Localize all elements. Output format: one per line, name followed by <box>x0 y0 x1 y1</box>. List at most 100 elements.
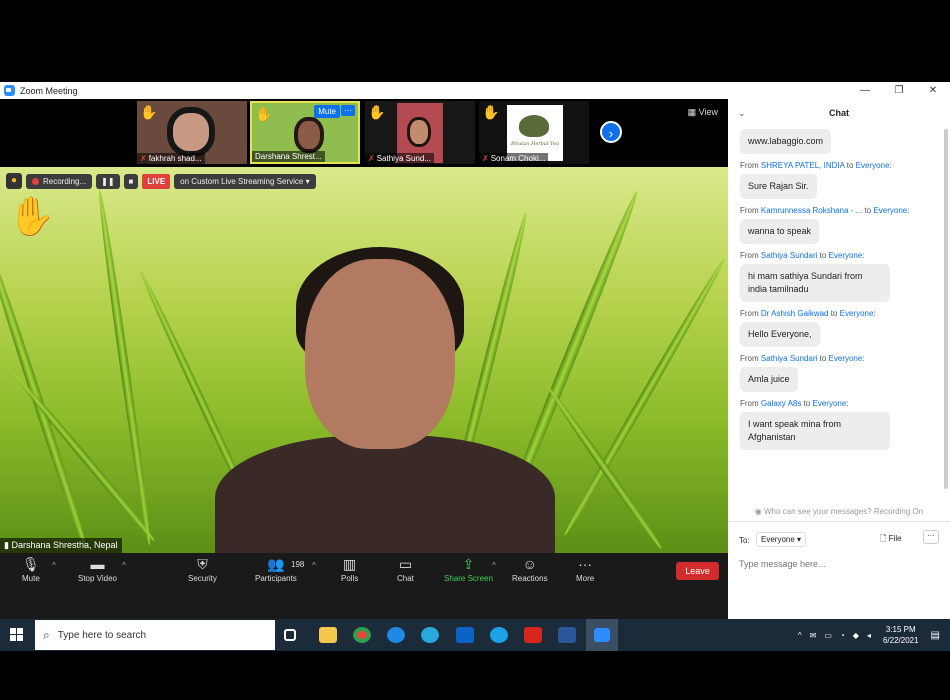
file-button[interactable]: 🗋 File <box>880 533 902 547</box>
chat-more-button[interactable]: ··· <box>923 530 939 544</box>
muted-mic-icon: ✗ <box>140 154 147 163</box>
chat-button[interactable]: ▭ Chat <box>397 556 414 583</box>
chevron-up-icon[interactable]: ^ <box>492 561 496 570</box>
word-icon[interactable] <box>558 627 576 643</box>
shield-icon: ⛨ <box>197 556 208 572</box>
chrome-icon[interactable] <box>353 627 371 643</box>
skype-icon[interactable] <box>490 627 508 643</box>
leave-button[interactable]: Leave <box>676 562 719 580</box>
bar-chart-icon: ▥ <box>343 556 357 572</box>
logo-text: Bhutan Herbal Tea <box>511 141 559 147</box>
view-button[interactable]: ▦ View <box>688 107 718 118</box>
participant-thumbnail[interactable]: ✋ ✗ Sathiya Sund... <box>365 101 475 164</box>
grass-blade <box>560 256 728 538</box>
sender-name[interactable]: Kamrunnessa Rokshana - ... <box>761 206 862 215</box>
chevron-up-icon[interactable]: ^ <box>798 631 802 640</box>
recipient-name[interactable]: Everyone <box>813 399 847 408</box>
mute-participant-button[interactable]: Mute <box>314 105 340 118</box>
to-label: To: <box>739 536 750 545</box>
chat-scrollbar[interactable] <box>944 129 948 489</box>
participant-thumbnail[interactable]: ✋ ✗ fakhrah shad... <box>137 101 247 164</box>
recipient-name[interactable]: Everyone <box>873 206 907 215</box>
zoom-app-icon <box>4 85 15 96</box>
participant-name: ✗ Sonam Choki... <box>479 153 549 164</box>
participant-name: ✗ fakhrah shad... <box>137 153 205 164</box>
share-screen-button[interactable]: ⇪ Share Screen <box>444 556 493 583</box>
chevron-down-icon: ▾ <box>305 176 310 186</box>
close-button[interactable]: ✕ <box>916 82 950 99</box>
chevron-up-icon[interactable]: ^ <box>122 561 126 570</box>
live-stream-service-dropdown[interactable]: on Custom Live Streaming Service ▾ <box>174 173 316 189</box>
window-controls: — ❐ ✕ <box>848 82 950 99</box>
mute-button[interactable]: 🎙 Mute <box>22 556 40 583</box>
windows-start-icon[interactable] <box>10 628 24 642</box>
sender-name[interactable]: Dr Ashish Gaikwad <box>761 309 829 318</box>
chat-message-sender: From Sathiya Sundari to Everyone: <box>740 251 865 260</box>
participant-more-button[interactable]: ··· <box>341 105 355 116</box>
chevron-up-icon[interactable]: ^ <box>52 561 56 570</box>
chat-bubble-icon: ▭ <box>398 556 413 572</box>
video-camera-icon: ▬ <box>90 556 105 572</box>
mail-icon[interactable]: ✉ <box>810 631 817 640</box>
recipient-select[interactable]: Everyone ▾ <box>756 532 807 547</box>
sender-name[interactable]: Sathiya Sundari <box>761 251 817 260</box>
chat-compose: To: Everyone ▾ 🗋 File ··· <box>728 521 950 619</box>
chat-message: From Kamrunnessa Rokshana - ... to Every… <box>740 206 930 244</box>
thumbnail-strip: ✋ ✗ fakhrah shad... ✋ Mute ··· Darshana S… <box>0 99 728 167</box>
grid-icon: ▦ <box>687 107 699 117</box>
more-button[interactable]: ··· More <box>576 556 594 583</box>
reactions-button[interactable]: ☺ Reactions <box>512 556 548 583</box>
chat-message-text: Hello Everyone, <box>740 322 820 347</box>
microphone-icon: 🎙 <box>22 556 40 572</box>
dropbox-icon[interactable]: ◆ <box>853 631 859 640</box>
edge-icon[interactable] <box>387 627 405 643</box>
recipient-name[interactable]: Everyone <box>829 251 863 260</box>
chat-message-sender: From Dr Ashish Gaikwad to Everyone: <box>740 309 876 318</box>
taskbar-search-box[interactable]: ⌕ Type here to search <box>35 620 275 650</box>
clock[interactable]: 3:15 PM 6/22/2021 <box>883 624 919 646</box>
sender-name[interactable]: SHREYA PATEL, INDIA <box>761 161 845 170</box>
internet-explorer-icon[interactable] <box>421 627 439 643</box>
chat-message-input[interactable] <box>739 556 939 572</box>
polls-button[interactable]: ▥ Polls <box>341 556 358 583</box>
chevron-down-icon[interactable]: ⌄ <box>738 99 746 127</box>
raised-hand-icon: ✋ <box>8 196 56 238</box>
maximize-button[interactable]: ❐ <box>882 82 916 99</box>
notification-icon[interactable]: ▤ <box>931 630 940 641</box>
minimize-button[interactable]: — <box>848 82 882 99</box>
chat-message-sender: From Galaxy A8s to Everyone: <box>740 399 849 408</box>
stop-video-button[interactable]: ▬ Stop Video <box>78 556 117 583</box>
sender-name[interactable]: Sathiya Sundari <box>761 354 817 363</box>
security-shield-icon[interactable]: ● <box>6 173 22 189</box>
chevron-up-icon[interactable]: ^ <box>312 561 316 570</box>
outlook-icon[interactable] <box>456 627 474 643</box>
window-title: Zoom Meeting <box>20 85 78 96</box>
sender-name[interactable]: Galaxy A8s <box>761 399 801 408</box>
pause-recording-button[interactable]: ❚❚ <box>96 173 120 189</box>
speaker-body <box>215 435 555 553</box>
chat-privacy-note[interactable]: ◉ Who can see your messages? Recording O… <box>728 507 950 516</box>
zoom-taskbar-button[interactable] <box>586 619 618 651</box>
chat-message-text: wanna to speak <box>740 219 820 244</box>
share-arrow-icon: ⇪ <box>462 556 475 572</box>
speaker-icon[interactable]: ◂ <box>867 631 871 640</box>
file-explorer-icon[interactable] <box>319 627 337 643</box>
clock-time: 3:15 PM <box>885 625 916 634</box>
participant-thumbnail-active[interactable]: ✋ Mute ··· Darshana Shrest... <box>250 101 360 164</box>
recipient-name[interactable]: Everyone <box>840 309 874 318</box>
recipient-name[interactable]: Everyone <box>829 354 863 363</box>
participant-thumbnail[interactable]: Bhutan Herbal Tea ✋ ✗ Sonam Choki... <box>479 101 589 164</box>
chat-message-text: Amla juice <box>740 367 798 392</box>
clock-date: 6/22/2021 <box>882 636 919 645</box>
search-icon: ⌕ <box>43 627 50 642</box>
meeting-toolbar: 🎙 Mute ^ ▬ Stop Video ^ ⛨ Security 👥 Partici… <box>0 553 728 593</box>
stop-recording-button[interactable]: ■ <box>123 173 139 189</box>
speaker-name-label: ▮ Darshana Shrestha, Nepal <box>0 538 122 553</box>
acrobat-icon[interactable] <box>524 627 542 643</box>
recipient-name[interactable]: Everyone <box>856 161 890 170</box>
battery-icon[interactable]: ▭ <box>824 631 832 640</box>
task-view-icon[interactable] <box>284 629 296 641</box>
next-page-arrow-icon[interactable]: › <box>600 121 622 143</box>
wifi-icon[interactable]: ◔ <box>840 631 845 640</box>
security-button[interactable]: ⛨ Security <box>188 556 217 583</box>
